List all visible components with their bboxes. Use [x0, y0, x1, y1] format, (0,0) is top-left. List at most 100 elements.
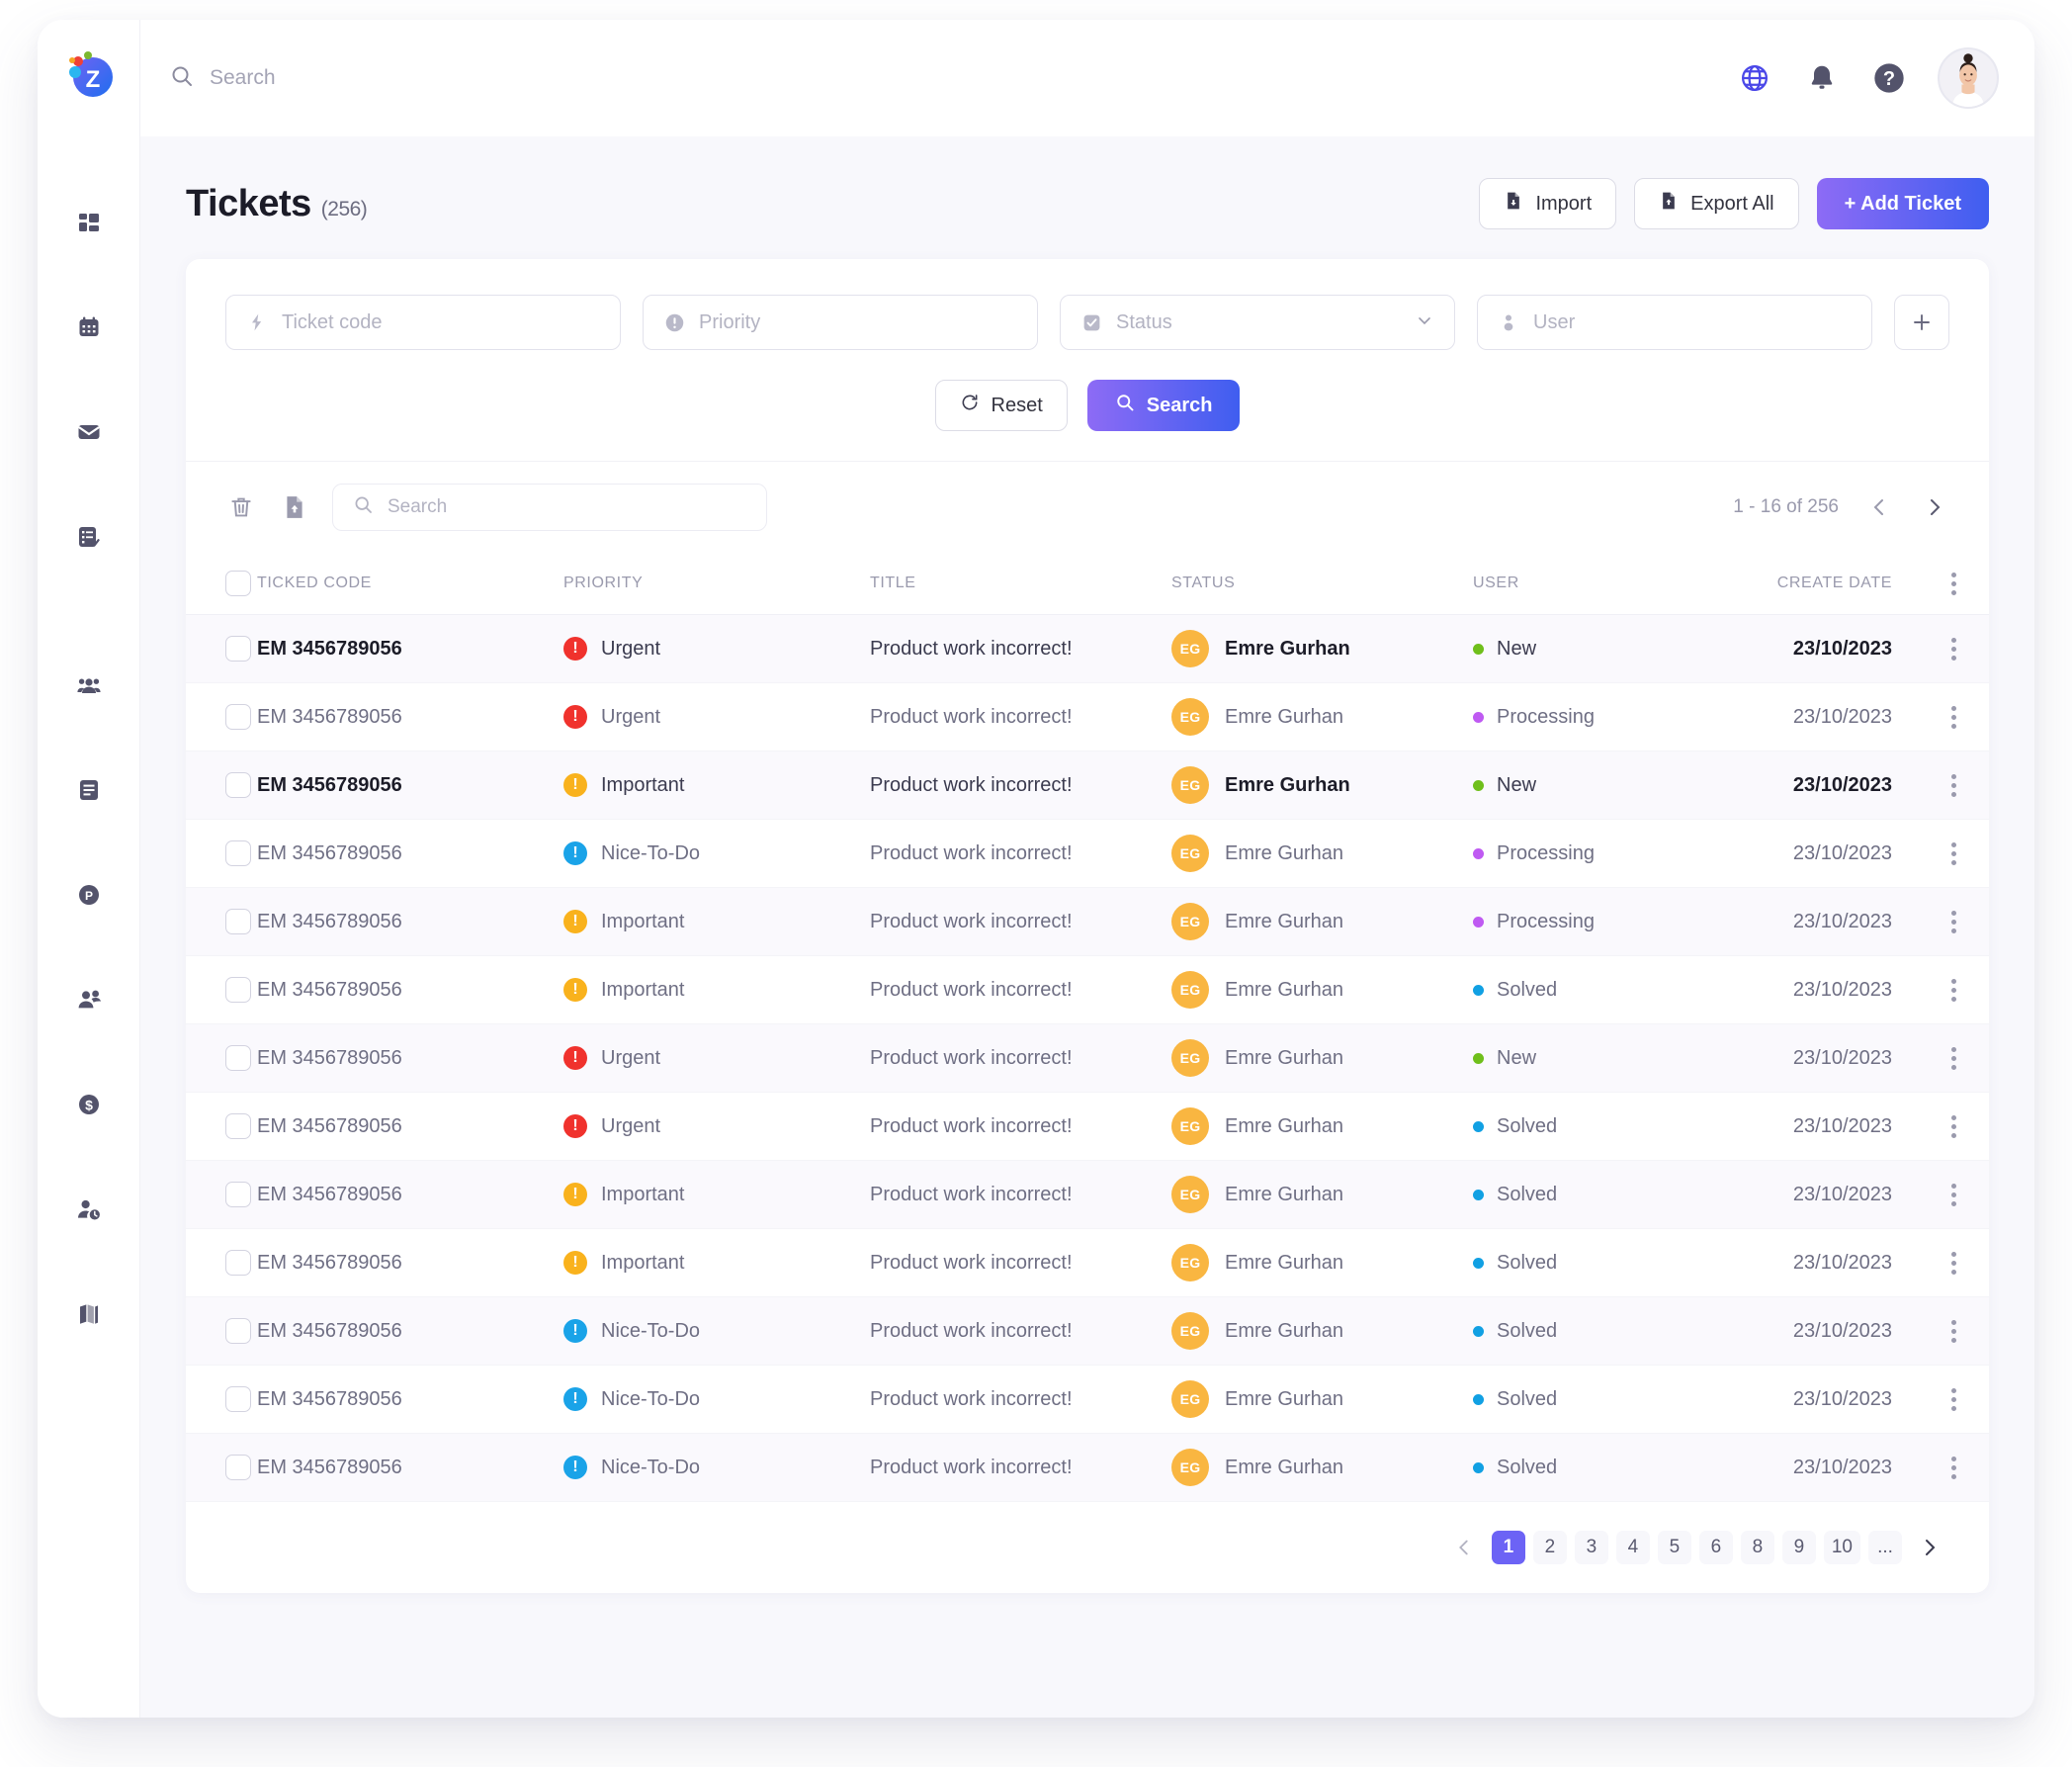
pagination-page[interactable]: ...	[1868, 1531, 1902, 1564]
pagination-page[interactable]: 5	[1657, 1531, 1691, 1564]
row-checkbox[interactable]	[225, 1045, 251, 1071]
global-search[interactable]	[170, 64, 1736, 93]
chevron-down-icon[interactable]	[1415, 310, 1434, 335]
header-priority[interactable]: PRIORITY	[563, 553, 870, 615]
reset-button[interactable]: Reset	[934, 380, 1068, 431]
bell-icon[interactable]	[1803, 59, 1841, 97]
status-filter[interactable]: Status	[1060, 295, 1455, 350]
sidebar-item-tasks[interactable]	[38, 512, 139, 566]
header-title[interactable]: TITLE	[870, 553, 1171, 615]
pagination-page[interactable]: 8	[1740, 1531, 1774, 1564]
sidebar-item-calendar[interactable]	[38, 303, 139, 356]
pagination-page[interactable]: 1	[1491, 1531, 1525, 1564]
add-filter-button[interactable]	[1894, 295, 1949, 350]
table-row[interactable]: EM 3456789056! Nice-To-Do Product work inc…	[186, 820, 1989, 888]
row-options-icon[interactable]	[1918, 1046, 1989, 1070]
pagination-page[interactable]: 10	[1823, 1531, 1860, 1564]
row-checkbox[interactable]	[225, 840, 251, 866]
pagination-page[interactable]: 4	[1615, 1531, 1650, 1564]
row-checkbox[interactable]	[225, 1386, 251, 1412]
header-menu[interactable]	[1918, 553, 1989, 615]
prev-page-icon[interactable]	[1864, 492, 1894, 522]
delete-icon[interactable]	[225, 491, 257, 523]
table-row[interactable]: EM 3456789056! Important Product work inco…	[186, 751, 1989, 820]
sidebar-item-projects[interactable]: P	[38, 870, 139, 924]
table-row[interactable]: EM 3456789056! Important Product work inco…	[186, 1229, 1989, 1297]
sidebar-item-user-settings[interactable]	[38, 1185, 139, 1238]
header-status[interactable]: STATUS	[1171, 553, 1473, 615]
row-options-icon[interactable]	[1918, 1319, 1989, 1343]
row-options-icon[interactable]	[1918, 1387, 1989, 1411]
select-all-checkbox[interactable]	[225, 571, 251, 596]
table-row[interactable]: EM 3456789056! Important Product work inco…	[186, 1160, 1989, 1229]
pagination-page[interactable]: 6	[1698, 1531, 1733, 1564]
row-options-icon[interactable]	[1918, 1456, 1989, 1479]
row-checkbox[interactable]	[225, 909, 251, 934]
avatar[interactable]	[1938, 47, 1999, 109]
sidebar-item-finance[interactable]: $	[38, 1080, 139, 1133]
row-checkbox[interactable]	[225, 772, 251, 798]
row-checkbox[interactable]	[225, 1113, 251, 1139]
table-row[interactable]: EM 3456789056! Nice-To-Do Product work inc…	[186, 1296, 1989, 1366]
search-button[interactable]: Search	[1086, 380, 1241, 431]
svg-text:?: ?	[1883, 68, 1895, 90]
table-row[interactable]: EM 3456789056! Important Product work inco…	[186, 887, 1989, 956]
row-options-icon[interactable]	[1918, 1183, 1989, 1206]
ticket-code-input[interactable]	[282, 310, 600, 334]
export-all-button[interactable]: Export All	[1634, 178, 1799, 229]
ticket-code-filter[interactable]	[225, 295, 621, 350]
user-filter[interactable]	[1477, 295, 1872, 350]
status-select-value[interactable]: Status	[1116, 311, 1401, 334]
header-user[interactable]: USER	[1473, 553, 1735, 615]
table-row[interactable]: EM 3456789056! Urgent Product work incorre…	[186, 683, 1989, 751]
export-icon[interactable]	[279, 491, 310, 523]
row-checkbox[interactable]	[225, 636, 251, 662]
sidebar-item-map[interactable]	[38, 1289, 139, 1343]
app-logo[interactable]: Z	[63, 47, 115, 99]
global-search-input[interactable]	[210, 66, 625, 90]
row-checkbox[interactable]	[225, 1250, 251, 1276]
row-options-icon[interactable]	[1918, 910, 1989, 933]
add-ticket-button[interactable]: + Add Ticket	[1816, 178, 1989, 229]
table-row[interactable]: EM 3456789056! Nice-To-Do Product work inc…	[186, 1433, 1989, 1502]
pagination-next[interactable]	[1910, 1528, 1949, 1567]
row-options-icon[interactable]	[1918, 978, 1989, 1002]
sidebar-item-dashboard[interactable]	[38, 198, 139, 251]
row-checkbox[interactable]	[225, 704, 251, 730]
next-page-icon[interactable]	[1920, 492, 1949, 522]
pagination-page[interactable]: 2	[1532, 1531, 1567, 1564]
column-options-icon[interactable]	[1918, 572, 1989, 595]
table-row[interactable]: EM 3456789056! Important Product work inco…	[186, 956, 1989, 1024]
header-ticket-code[interactable]: TICKED CODE	[257, 553, 563, 615]
row-options-icon[interactable]	[1918, 773, 1989, 797]
row-options-icon[interactable]	[1918, 841, 1989, 865]
table-row[interactable]: EM 3456789056! Urgent Product work incorre…	[186, 1093, 1989, 1161]
import-button[interactable]: Import	[1479, 178, 1617, 229]
table-row[interactable]: EM 3456789056! Urgent Product work incorre…	[186, 1023, 1989, 1093]
help-icon[interactable]: ?	[1870, 59, 1908, 97]
row-checkbox[interactable]	[225, 1318, 251, 1344]
sidebar-item-mail[interactable]	[38, 407, 139, 461]
priority-input[interactable]	[699, 310, 1017, 334]
globe-icon[interactable]	[1736, 59, 1773, 97]
user-input[interactable]	[1533, 310, 1852, 334]
sidebar-item-documents[interactable]	[38, 765, 139, 819]
header-create-date[interactable]: CREATE DATE	[1735, 553, 1918, 615]
table-row[interactable]: EM 3456789056! Urgent Product work incorre…	[186, 614, 1989, 683]
table-search-input[interactable]	[388, 496, 746, 518]
pagination-prev[interactable]	[1444, 1528, 1484, 1567]
sidebar-item-teams[interactable]	[38, 661, 139, 714]
row-checkbox[interactable]	[225, 977, 251, 1003]
pagination-page[interactable]: 3	[1574, 1531, 1608, 1564]
table-search[interactable]	[332, 484, 767, 531]
sidebar-item-contacts[interactable]	[38, 975, 139, 1028]
row-checkbox[interactable]	[225, 1455, 251, 1480]
row-options-icon[interactable]	[1918, 637, 1989, 661]
pagination-page[interactable]: 9	[1781, 1531, 1816, 1564]
table-row[interactable]: EM 3456789056! Nice-To-Do Product work inc…	[186, 1366, 1989, 1434]
row-options-icon[interactable]	[1918, 1251, 1989, 1275]
row-options-icon[interactable]	[1918, 1114, 1989, 1138]
priority-filter[interactable]	[643, 295, 1038, 350]
row-checkbox[interactable]	[225, 1182, 251, 1207]
row-options-icon[interactable]	[1918, 705, 1989, 729]
